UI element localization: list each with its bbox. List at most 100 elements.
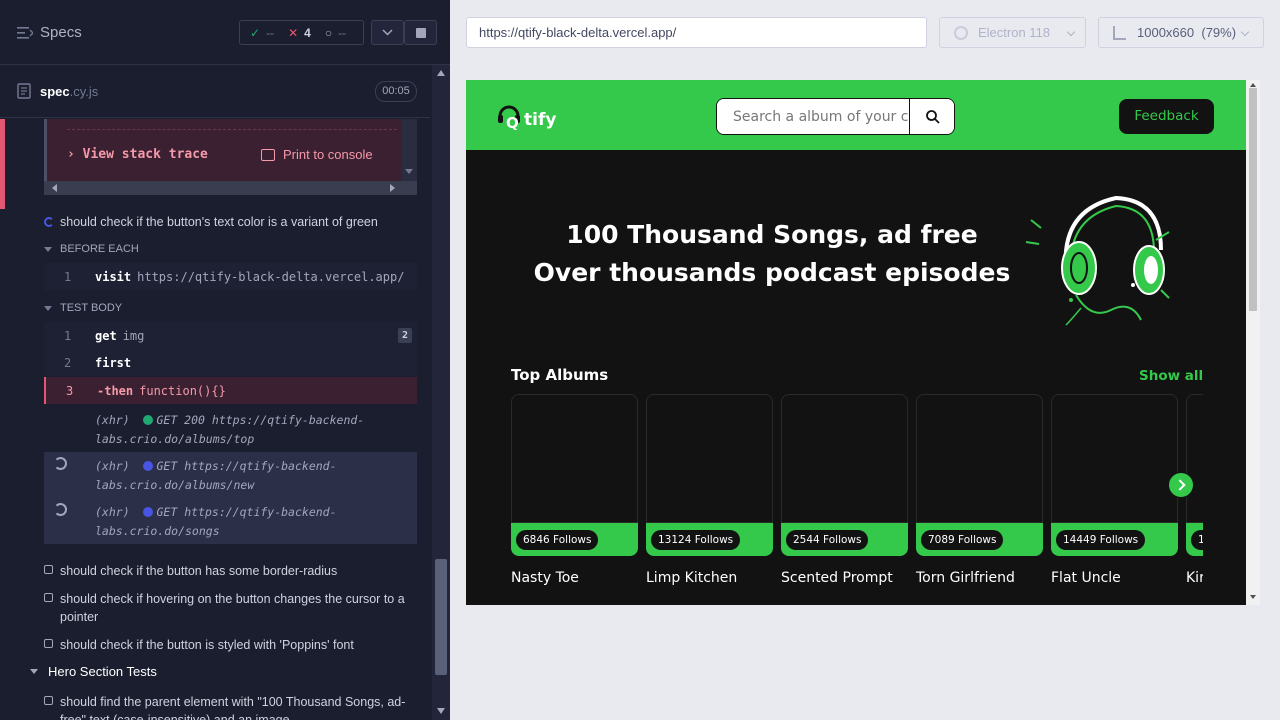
album-title: Flat Uncle [1051, 570, 1121, 586]
spec-file-row: spec.cy.js 00:05 [0, 65, 430, 118]
xhr-text: (xhr) GET https://qtify-backend- labs.cr… [95, 457, 337, 495]
failed-x-icon: ✕ [288, 25, 299, 40]
scroll-down-arrow-icon[interactable] [437, 708, 445, 714]
album-title: Torn Girlfriend [916, 570, 1015, 586]
test-item-label: should check if hovering on the button c… [60, 592, 405, 624]
command-row[interactable]: 1 visit https://qtify-black-delta.vercel.… [44, 263, 417, 290]
xhr-url-line1: https://qtify-backend- [184, 459, 337, 473]
command-name-text: get [95, 329, 117, 343]
options-dropdown-button[interactable] [371, 20, 404, 45]
xhr-url-line1: https://qtify-backend- [211, 413, 365, 427]
loading-spinner-icon [54, 457, 67, 470]
test-item-label: should find the parent element with "100… [60, 695, 406, 720]
search-button[interactable] [909, 99, 954, 134]
album-title: Kir [1186, 570, 1203, 586]
xhr-label: (xhr) [95, 413, 130, 427]
status-dot-icon [143, 461, 154, 471]
chevron-down-icon [1066, 27, 1076, 37]
app-scroll-thumb[interactable] [1249, 88, 1257, 311]
current-test-title[interactable]: should check if the button's text color … [44, 215, 378, 229]
album-card-footer: 6846 Follows [511, 523, 638, 556]
album-image [916, 394, 1043, 523]
url-bar[interactable]: https://qtify-black-delta.vercel.app/ [466, 17, 927, 48]
suite-title: Hero Section Tests [48, 664, 157, 679]
command-number: 1 [64, 270, 72, 284]
command-name: -then function(){} [97, 384, 226, 398]
search-bar [716, 98, 955, 135]
xhr-row[interactable]: (xhr) GET https://qtify-backend- labs.cr… [44, 452, 417, 498]
command-row[interactable]: 2 first [44, 349, 417, 376]
command-name: visit https://qtify-black-delta.vercel.ap… [95, 270, 404, 284]
suite-hero-section[interactable]: Hero Section Tests [30, 664, 157, 679]
chevron-down-icon [382, 29, 393, 36]
chevron-down-icon [44, 305, 52, 311]
print-to-console-link[interactable]: Print to console [261, 147, 373, 162]
print-console-label: Print to console [283, 147, 373, 162]
xhr-row[interactable]: (xhr) GET 200 https://qtify-backend- lab… [44, 406, 417, 452]
follows-chip: 6846 Follows [516, 530, 599, 550]
test-body-text: TEST BODY [60, 302, 123, 314]
navbar: Q tify Feedback [466, 80, 1246, 150]
xhr-row[interactable]: (xhr) GET https://qtify-backend- labs.cr… [44, 498, 417, 544]
view-stack-trace-link[interactable]: › View stack trace [67, 147, 208, 162]
viewport-zoom: (79%) [1201, 25, 1237, 40]
scroll-up-arrow-icon[interactable] [1250, 83, 1256, 87]
browser-selector[interactable]: Electron 118 [939, 17, 1086, 48]
scroll-down-arrow-icon[interactable] [1250, 595, 1256, 599]
error-divider [67, 129, 397, 130]
error-vertical-scrollbar[interactable] [402, 119, 417, 181]
pending-checkbox-icon [44, 565, 53, 574]
scroll-up-arrow-icon[interactable] [437, 70, 445, 76]
scroll-left-arrow-icon[interactable] [52, 184, 57, 192]
album-title: Limp Kitchen [646, 570, 738, 586]
stop-button[interactable] [404, 20, 437, 45]
xhr-url-line2: labs.crio.do/albums/top [95, 432, 255, 446]
test-stats: ✓ -- ✕ 4 ○ -- [239, 20, 364, 45]
passed-check-icon: ✓ [250, 25, 261, 40]
run-duration: 00:05 [375, 81, 417, 102]
command-row[interactable]: 1 get img 2 [44, 322, 417, 349]
chevron-down-icon [1240, 27, 1250, 37]
reporter-scroll-thumb[interactable] [435, 559, 447, 675]
before-each-label[interactable]: BEFORE EACH [44, 243, 139, 255]
spec-name-ext: .cy.js [69, 84, 99, 99]
test-item[interactable]: should check if the button is styled wit… [44, 636, 414, 654]
spec-name-base: spec [40, 84, 70, 99]
running-spinner-icon [44, 217, 54, 227]
xhr-text: (xhr) GET https://qtify-backend- labs.cr… [95, 503, 337, 541]
feedback-button[interactable]: Feedback [1119, 99, 1214, 134]
show-all-button[interactable]: Show all [1139, 368, 1203, 384]
specs-label[interactable]: Specs [40, 24, 82, 41]
command-name: get img [95, 329, 144, 343]
test-item[interactable]: should check if hovering on the button c… [44, 590, 414, 626]
app-scrollbar[interactable] [1246, 80, 1260, 605]
failed-command-row[interactable]: 3 -then function(){} [44, 377, 417, 404]
scroll-right-arrow-icon[interactable] [390, 184, 395, 192]
hero-line-2: Over thousands podcast episodes [533, 258, 1011, 287]
test-item[interactable]: should find the parent element with "100… [44, 693, 414, 720]
carousel-next-button[interactable] [1168, 472, 1194, 498]
hero-line-1: 100 Thousand Songs, ad free [566, 220, 978, 249]
xhr-url-line1: https://qtify-backend- [184, 505, 337, 519]
failed-test-indicator [0, 119, 5, 209]
reporter-panel: Specs ✓ -- ✕ 4 ○ -- spec.cy.js 00:05 › V… [0, 0, 450, 720]
error-horizontal-scrollbar[interactable] [44, 181, 417, 195]
pending-checkbox-icon [44, 639, 53, 648]
failed-count: 4 [304, 25, 311, 40]
specs-menu-icon[interactable] [17, 26, 33, 40]
album-card-footer: 13124 Follows [646, 523, 773, 556]
pending-count: -- [338, 25, 347, 40]
test-item[interactable]: should check if the button has some bord… [44, 562, 414, 580]
album-title: Scented Prompt [781, 570, 893, 586]
before-each-text: BEFORE EACH [60, 243, 139, 255]
search-icon [926, 110, 940, 124]
command-name-text: -then [97, 384, 134, 398]
console-icon [261, 148, 275, 161]
viewport-selector[interactable]: 1000x660 (79%) [1098, 17, 1264, 48]
xhr-label: (xhr) [95, 505, 130, 519]
album-image [511, 394, 638, 523]
test-body-label[interactable]: TEST BODY [44, 302, 122, 314]
search-input[interactable] [717, 99, 909, 134]
test-item-label: should check if the button is styled wit… [60, 638, 354, 652]
xhr-text: (xhr) GET 200 https://qtify-backend- lab… [95, 411, 364, 449]
